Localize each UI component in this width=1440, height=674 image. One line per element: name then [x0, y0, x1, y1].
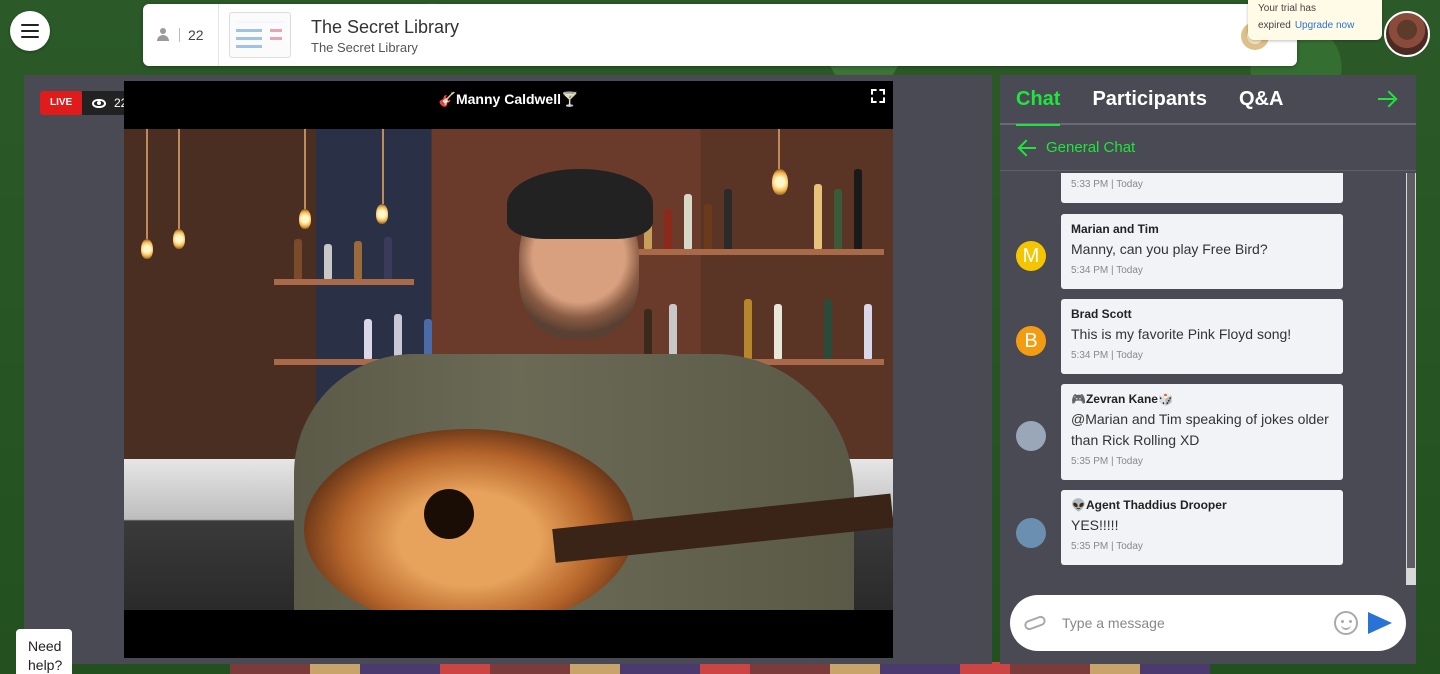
- performer-hat: [507, 169, 653, 239]
- chat-message: Marian and Tim Manny, can you play Free …: [1061, 214, 1343, 289]
- lamp-wire: [178, 129, 180, 229]
- message-composer: [1010, 595, 1406, 651]
- tab-participants[interactable]: Participants: [1092, 74, 1206, 124]
- stage-area: LIVE 22 🎸Manny Caldwell🍸: [24, 75, 992, 664]
- lamp-wire: [146, 129, 148, 239]
- trial-text-line2: expired: [1258, 20, 1291, 31]
- video-player[interactable]: 🎸Manny Caldwell🍸: [124, 81, 893, 658]
- bottle: [854, 169, 862, 249]
- bottle: [364, 319, 372, 359]
- chat-message: Brad Scott This is my favorite Pink Floy…: [1061, 299, 1343, 374]
- event-header: 22 The Secret Library The Secret Library: [143, 4, 1297, 66]
- help-label-line2: help?: [28, 657, 63, 673]
- help-label-line1: Need: [28, 638, 62, 654]
- bottle: [774, 304, 782, 359]
- bottle: [864, 304, 872, 359]
- chat-channel-name: General Chat: [1046, 139, 1136, 156]
- menu-icon-line: [21, 30, 39, 32]
- message-time: 5:35 PM | Today: [1071, 456, 1143, 467]
- message-time: 5:34 PM | Today: [1071, 265, 1143, 276]
- lamp-wire: [382, 129, 384, 204]
- send-icon[interactable]: [1368, 612, 1392, 634]
- participant-count: 22: [188, 27, 204, 43]
- shelf: [614, 249, 884, 255]
- bottle: [294, 239, 302, 279]
- message-text: @Marian and Tim speaking of jokes older …: [1071, 411, 1329, 448]
- message-list[interactable]: 5:33 PM | Today M Marian and Tim Manny, …: [1000, 173, 1406, 585]
- shelf: [274, 279, 414, 285]
- bottle: [834, 189, 842, 249]
- message-author: 🎮Zevran Kane🎲: [1071, 392, 1173, 406]
- bottle: [664, 209, 672, 249]
- eye-icon: [92, 98, 106, 108]
- lamp-bulb: [141, 239, 153, 259]
- scrollbar-thumb[interactable]: [1407, 173, 1415, 568]
- video-frame: [124, 129, 893, 610]
- lamp-bulb: [376, 204, 388, 224]
- lamp-bulb: [173, 229, 185, 249]
- hamburger-menu-button[interactable]: [10, 11, 50, 51]
- bottle: [424, 319, 432, 359]
- event-thumbnail[interactable]: [229, 12, 291, 58]
- chat-message: 🎮Zevran Kane🎲 @Marian and Tim speaking o…: [1061, 384, 1343, 480]
- event-title: The Secret Library: [311, 16, 460, 37]
- chat-channel-header: General Chat: [1000, 125, 1416, 171]
- lamp-wire: [304, 129, 306, 209]
- chat-panel: Chat Participants Q&A General Chat 5:33 …: [1000, 75, 1416, 664]
- message-time: 5:35 PM | Today: [1071, 541, 1143, 552]
- bottle: [644, 309, 652, 359]
- chat-message: 5:33 PM | Today: [1061, 173, 1343, 203]
- message-time: 5:33 PM | Today: [1071, 179, 1143, 190]
- participant-counter[interactable]: 22: [143, 4, 219, 66]
- attachment-icon[interactable]: [1022, 614, 1048, 632]
- event-subtitle: The Secret Library: [311, 39, 418, 55]
- chat-tab-bar: Chat Participants Q&A: [1000, 74, 1416, 126]
- message-author: Brad Scott: [1071, 307, 1132, 321]
- need-help-button[interactable]: Need help?: [16, 629, 72, 674]
- bottle: [354, 241, 362, 279]
- bottle: [684, 194, 692, 249]
- menu-icon-line: [21, 36, 39, 38]
- bottle: [384, 237, 392, 279]
- message-input[interactable]: [1062, 615, 1334, 631]
- message-text: This is my favorite Pink Floyd song!: [1071, 326, 1292, 342]
- guitar-sound-hole: [424, 489, 474, 539]
- upgrade-link[interactable]: Upgrade now: [1295, 20, 1354, 31]
- message-author: Marian and Tim: [1071, 222, 1159, 236]
- bottle: [824, 299, 832, 359]
- video-title: 🎸Manny Caldwell🍸: [438, 91, 579, 107]
- lamp-bulb: [772, 169, 788, 195]
- trial-text-line1: Your trial has: [1258, 3, 1316, 14]
- trial-notice: Your trial has expired Upgrade now: [1248, 0, 1382, 40]
- user-avatar[interactable]: [1384, 11, 1430, 57]
- bottle: [724, 189, 732, 249]
- message-time: 5:34 PM | Today: [1071, 350, 1143, 361]
- chat-scrollbar[interactable]: [1406, 173, 1416, 585]
- message-author: 👽Agent Thaddius Drooper: [1071, 498, 1227, 512]
- menu-icon-line: [21, 24, 39, 26]
- bottle: [394, 314, 402, 359]
- lamp-wire: [778, 129, 780, 169]
- divider: [179, 28, 180, 42]
- back-arrow-icon[interactable]: [1018, 140, 1036, 156]
- avatar: [1016, 518, 1046, 548]
- bottle: [744, 299, 752, 359]
- tab-chat[interactable]: Chat: [1016, 74, 1061, 126]
- tab-qa[interactable]: Q&A: [1239, 74, 1283, 124]
- live-badge: LIVE: [40, 91, 83, 115]
- chat-message: 👽Agent Thaddius Drooper YES!!!!! 5:35 PM…: [1061, 490, 1343, 565]
- person-icon: [155, 27, 171, 43]
- bottle: [814, 184, 822, 249]
- bottle: [324, 244, 332, 279]
- emoji-icon[interactable]: [1334, 611, 1358, 635]
- bottle: [704, 204, 712, 249]
- avatar: M: [1016, 241, 1046, 271]
- avatar: B: [1016, 326, 1046, 356]
- message-text: Manny, can you play Free Bird?: [1071, 241, 1268, 257]
- message-text: YES!!!!!: [1071, 517, 1119, 533]
- collapse-panel-arrow-icon[interactable]: [1378, 91, 1396, 107]
- bottle: [669, 304, 677, 359]
- lamp-bulb: [299, 209, 311, 229]
- avatar: [1016, 421, 1046, 451]
